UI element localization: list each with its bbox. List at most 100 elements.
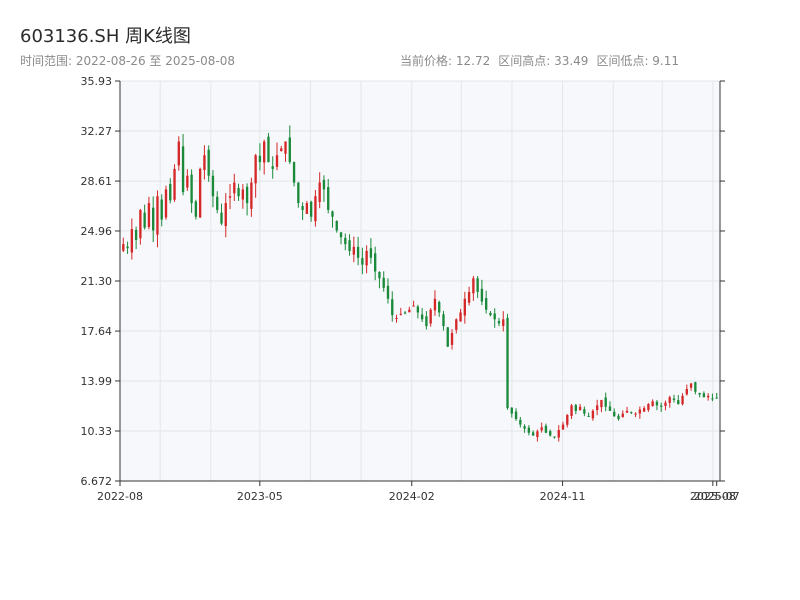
candle-body: [553, 436, 556, 438]
candle-body: [194, 201, 198, 217]
candle-body: [446, 327, 449, 347]
candle-body: [152, 207, 155, 231]
candle-body: [613, 411, 616, 417]
candle-body: [467, 291, 471, 303]
candle-body: [702, 393, 706, 398]
candle-body: [271, 166, 274, 169]
candle-body: [715, 397, 718, 399]
candle-body: [531, 432, 535, 436]
candle-body: [177, 141, 180, 166]
y-tick-label: 28.61: [81, 175, 113, 188]
candle-body: [689, 383, 693, 388]
candle-body: [681, 395, 684, 405]
candle-body: [292, 162, 296, 183]
x-tick-label: 2025-07: [694, 490, 740, 503]
candle-body: [335, 221, 338, 231]
candle-body: [621, 413, 624, 417]
candle-body: [642, 408, 646, 412]
candle-body: [523, 426, 526, 429]
candle-body: [169, 183, 172, 201]
candle-body: [224, 203, 227, 227]
candle-body: [489, 312, 492, 316]
candle-body: [527, 427, 531, 433]
candle-body: [638, 409, 642, 414]
candle-body: [339, 232, 343, 238]
candle-body: [203, 155, 206, 171]
y-tick-label: 21.30: [81, 275, 113, 288]
candle-body: [655, 401, 659, 406]
candle-body: [288, 137, 291, 163]
candle-body: [502, 319, 505, 326]
candle-body: [608, 406, 612, 411]
candle-body: [416, 306, 420, 313]
candle-body: [493, 313, 496, 320]
candle-body: [634, 413, 637, 415]
candle-body: [280, 148, 283, 152]
candle-body: [134, 229, 138, 240]
candle-body: [250, 182, 253, 209]
y-tick-label: 35.93: [81, 75, 113, 88]
candle-body: [186, 175, 189, 188]
candle-body: [668, 397, 671, 403]
candle-body: [433, 298, 437, 311]
candle-body: [331, 211, 334, 217]
candle-body: [322, 179, 326, 190]
candle-body: [258, 155, 262, 163]
y-tick-label: 24.96: [81, 225, 113, 238]
candle-body: [237, 187, 240, 197]
candle-body: [318, 182, 321, 202]
candle-body: [561, 424, 565, 430]
candle-body: [198, 168, 202, 218]
candle-body: [455, 319, 458, 330]
candle-body: [664, 402, 667, 406]
candle-body: [122, 244, 125, 251]
candle-body: [297, 182, 300, 204]
y-tick-label: 6.672: [81, 475, 113, 488]
candle-body: [216, 196, 219, 210]
candle-body: [254, 155, 257, 184]
candle-body: [420, 314, 424, 320]
candle-body: [164, 189, 168, 218]
candle-body: [566, 414, 569, 425]
candle-body: [190, 174, 193, 204]
candle-body: [425, 316, 428, 327]
candle-body: [677, 400, 680, 405]
candle-body: [685, 389, 688, 395]
candle-body: [574, 405, 577, 411]
candle-body: [403, 312, 407, 314]
candle-body: [365, 250, 368, 266]
candle-body: [369, 248, 373, 258]
candle-body: [245, 186, 249, 204]
candle-body: [694, 382, 697, 392]
candle-body: [309, 201, 313, 217]
candle-body: [617, 415, 620, 420]
candle-body: [463, 298, 466, 316]
candlestick-chart: 6.672 10.33 13.99 17.64 21.30 24.96 28.61 32.27…: [81, 75, 740, 503]
y-tick-label: 17.64: [81, 325, 113, 338]
x-tick-label: 2023-05: [237, 490, 283, 503]
candle-body: [382, 277, 385, 288]
candle-body: [348, 240, 351, 251]
candle-body: [578, 406, 582, 411]
candle-body: [630, 412, 633, 414]
candle-body: [352, 246, 356, 255]
candle-body: [625, 410, 629, 413]
candle-body: [706, 395, 710, 398]
candle-body: [147, 203, 151, 228]
candle-body: [570, 405, 573, 416]
candle-body: [156, 196, 159, 235]
x-tick-label: 2022-08: [97, 490, 143, 503]
candle-body: [514, 411, 518, 420]
candle-body: [672, 398, 676, 400]
candle-body: [143, 212, 146, 228]
candle-body: [583, 409, 586, 414]
candle-body: [399, 313, 402, 315]
candle-body: [344, 237, 347, 245]
y-tick-label: 32.27: [81, 125, 113, 138]
candle-body: [600, 399, 603, 408]
candle-body: [211, 175, 215, 197]
candle-body: [126, 246, 129, 249]
candle-body: [301, 206, 304, 210]
y-tick-label: 10.33: [81, 425, 113, 438]
candle-body: [450, 332, 454, 345]
